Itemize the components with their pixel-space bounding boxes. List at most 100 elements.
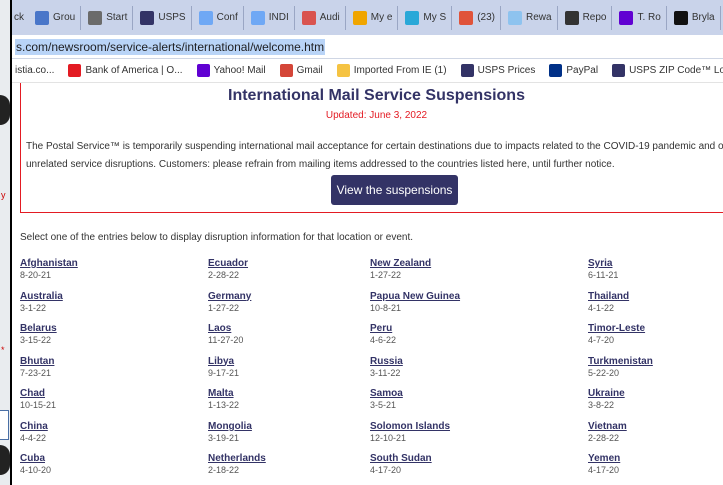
- country-link[interactable]: Mongolia: [208, 421, 252, 433]
- country-entry: Peru 4-6-22: [370, 323, 396, 346]
- intro-text: Select one of the entries below to displ…: [20, 232, 414, 243]
- suspension-date: 8-20-21: [20, 270, 52, 280]
- country-link[interactable]: Solomon Islands: [370, 421, 450, 433]
- bookmark-label: Imported From IE (1): [353, 65, 447, 76]
- country-link[interactable]: Afghanistan: [20, 258, 78, 270]
- partial-tab-label[interactable]: ck: [14, 12, 24, 23]
- country-link[interactable]: Ecuador: [208, 258, 248, 270]
- country-link[interactable]: Syria: [588, 258, 618, 270]
- adjacent-asterisk-icon: *: [1, 345, 5, 355]
- tab-label: Bryla: [691, 12, 715, 23]
- paypal-icon: [549, 64, 563, 77]
- browser-tab[interactable]: Bryla: [669, 5, 721, 30]
- country-link[interactable]: Cuba: [20, 453, 51, 465]
- country-link[interactable]: Turkmenistan: [588, 356, 653, 368]
- country-link[interactable]: Netherlands: [208, 453, 266, 465]
- address-bar[interactable]: s.com/newsroom/service-alerts/internatio…: [12, 35, 723, 59]
- adjacent-mark-icon: y: [1, 190, 6, 200]
- bookmark-item[interactable]: Gmail: [279, 64, 323, 77]
- url-text[interactable]: s.com/newsroom/service-alerts/internatio…: [15, 38, 326, 55]
- country-entry: China 4-4-22: [20, 421, 48, 444]
- bookmark-item[interactable]: istia.co...: [15, 65, 54, 76]
- notice-body-line: The Postal Service™ is temporarily suspe…: [26, 141, 723, 152]
- suspension-date: 11-27-20: [208, 335, 244, 345]
- bryla-icon: [673, 10, 688, 25]
- country-entry: Solomon Islands 12-10-21: [370, 421, 450, 444]
- start-page-icon: [88, 10, 103, 25]
- adjacent-window-edge: y *: [0, 0, 12, 485]
- adjacent-box: [0, 410, 9, 440]
- country-entry: New Zealand 1-27-22: [370, 258, 431, 281]
- country-link[interactable]: Laos: [208, 323, 243, 335]
- browser-tab[interactable]: Conf: [194, 5, 244, 30]
- browser-tab[interactable]: Start: [83, 5, 134, 30]
- browser-tab[interactable]: (23): [454, 5, 501, 30]
- tab-label: INDI: [268, 12, 289, 23]
- browser-tab[interactable]: Rewa: [503, 5, 558, 30]
- country-entry: Cuba 4-10-20: [20, 453, 51, 476]
- country-link[interactable]: Bhutan: [20, 356, 54, 368]
- country-link[interactable]: Vietnam: [588, 421, 627, 433]
- country-link[interactable]: Yemen: [588, 453, 620, 465]
- country-link[interactable]: Timor-Leste: [588, 323, 645, 335]
- suspension-date: 4-10-20: [20, 465, 52, 475]
- conference-icon: [198, 10, 213, 25]
- country-entry: Laos 11-27-20: [208, 323, 243, 346]
- country-link[interactable]: Germany: [208, 291, 251, 303]
- country-entry: Yemen 4-17-20: [588, 453, 620, 476]
- browser-tab[interactable]: Repo: [560, 5, 613, 30]
- bookmark-label: Bank of America | O...: [85, 65, 183, 76]
- browser-tab[interactable]: My S: [400, 5, 453, 30]
- country-entry: Mongolia 3-19-21: [208, 421, 252, 444]
- bookmark-item[interactable]: Yahoo! Mail: [196, 64, 266, 77]
- suspension-date: 5-22-20: [588, 367, 620, 378]
- browser-tab[interactable]: T. Ro: [614, 5, 667, 30]
- bookmark-item[interactable]: USPS Prices: [460, 64, 536, 77]
- country-link[interactable]: Malta: [208, 388, 239, 400]
- country-link[interactable]: China: [20, 421, 48, 433]
- browser-tab[interactable]: Grou: [30, 5, 82, 30]
- suspension-date: 12-10-21: [370, 432, 407, 443]
- country-entry: Afghanistan 8-20-21: [20, 258, 78, 281]
- country-link[interactable]: Peru: [370, 323, 396, 335]
- browser-tab[interactable]: Audi: [297, 5, 346, 30]
- bookmark-item[interactable]: Bank of America | O...: [68, 64, 183, 77]
- suspension-date: 4-17-20: [588, 465, 620, 475]
- country-link[interactable]: South Sudan: [370, 453, 432, 465]
- country-link[interactable]: Chad: [20, 388, 56, 400]
- suspension-date: 2-28-22: [588, 432, 620, 443]
- country-entry: Papua New Guinea 10-8-21: [370, 291, 460, 314]
- bookmark-label: USPS Prices: [477, 65, 536, 76]
- country-link[interactable]: Libya: [208, 356, 239, 368]
- tab-label: (23): [477, 12, 495, 23]
- country-link[interactable]: Ukraine: [588, 388, 625, 400]
- suspension-date: 3-5-21: [370, 400, 397, 410]
- notification-icon: [459, 10, 474, 25]
- bookmark-item[interactable]: PayPal: [549, 64, 598, 77]
- country-entry: Belarus 3-15-22: [20, 323, 57, 346]
- suspension-date: 2-18-22: [208, 465, 240, 475]
- country-link[interactable]: Samoa: [370, 388, 403, 400]
- country-link[interactable]: Papua New Guinea: [370, 291, 460, 303]
- suspension-date: 10-8-21: [370, 302, 402, 313]
- country-link[interactable]: New Zealand: [370, 258, 431, 270]
- country-link[interactable]: Russia: [370, 356, 403, 368]
- page-title: International Mail Service Suspensions: [228, 87, 525, 104]
- suspension-date: 4-4-22: [20, 432, 47, 443]
- view-suspensions-button[interactable]: View the suspensions: [331, 175, 458, 205]
- bookmark-item[interactable]: Imported From IE (1): [336, 64, 447, 77]
- tab-label: Start: [106, 12, 128, 23]
- suspension-date: 2-28-22: [208, 270, 240, 280]
- tab-label: Grou: [53, 12, 76, 23]
- browser-tab[interactable]: USPS: [135, 5, 192, 30]
- suspension-date: 3-19-21: [208, 432, 240, 443]
- country-link[interactable]: Thailand: [588, 291, 629, 303]
- browser-tab[interactable]: My e: [348, 5, 399, 30]
- browser-tab[interactable]: INDI: [246, 5, 295, 30]
- usps-icon: [140, 10, 155, 25]
- adjacent-dark-element: [0, 95, 10, 125]
- bookmark-item[interactable]: USPS ZIP Code™ Lo...: [612, 64, 723, 77]
- country-link[interactable]: Australia: [20, 291, 63, 303]
- notice-body: The Postal Service™ is temporarily suspe…: [26, 138, 723, 174]
- country-link[interactable]: Belarus: [20, 323, 57, 335]
